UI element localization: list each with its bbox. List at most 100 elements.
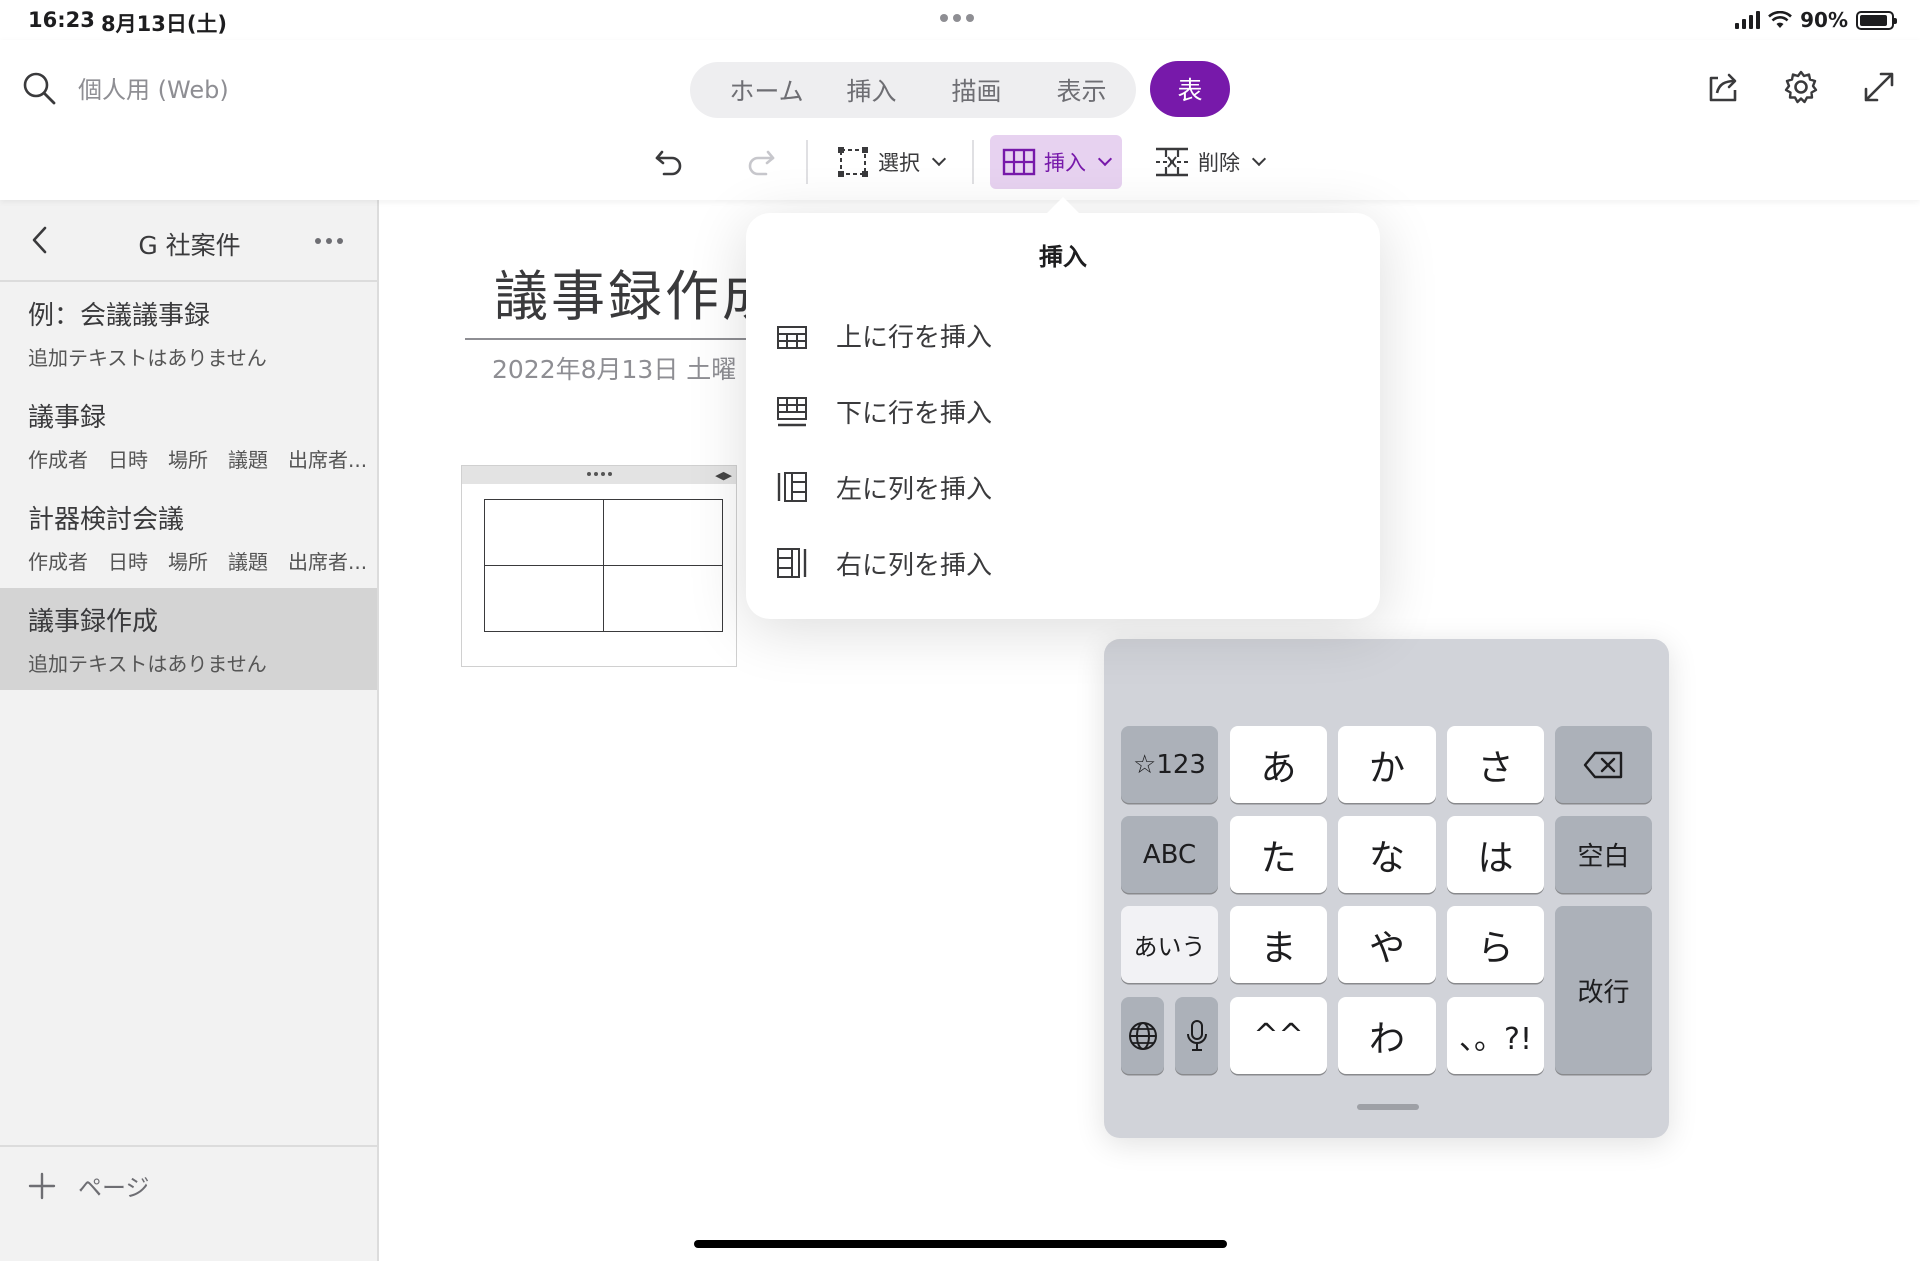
insert-column-right-item[interactable]: 右に列を挿入: [776, 535, 1336, 591]
page-item-title: 議事録作成: [28, 607, 159, 637]
fullscreen-icon[interactable]: [1860, 68, 1898, 106]
more-options-icon[interactable]: [315, 238, 343, 244]
numbers-key[interactable]: ☆123: [1121, 726, 1218, 803]
page-item-preview: 作成者 日時 場所 議題 出席者...: [28, 448, 368, 472]
title-underline: [465, 338, 765, 340]
insert-column-right-label: 右に列を挿入: [836, 550, 993, 581]
key-ya[interactable]: や: [1338, 906, 1436, 983]
search-bar[interactable]: 個人用 (Web): [22, 70, 229, 105]
kaomoji-key[interactable]: ^^: [1230, 997, 1327, 1074]
table-drag-bar[interactable]: ◀▶: [462, 466, 736, 484]
chevron-down-icon: [1251, 151, 1267, 167]
page-list-item-selected[interactable]: 議事録作成 追加テキストはありません: [0, 588, 377, 690]
wifi-icon: [1768, 11, 1793, 28]
tab-draw[interactable]: 描画: [924, 72, 1029, 108]
insert-column-right-icon: [777, 548, 807, 578]
page-list-item[interactable]: 計器検討会議 作成者 日時 場所 議題 出席者...: [0, 486, 377, 588]
status-date: 8月13日(土): [101, 12, 228, 36]
insert-row-below-icon: [777, 397, 807, 427]
tab-table[interactable]: 表: [1150, 61, 1230, 117]
microphone-icon: [1186, 1019, 1207, 1051]
header-actions: [1704, 68, 1898, 106]
key-ha[interactable]: は: [1447, 816, 1544, 893]
notebook-name[interactable]: 個人用 (Web): [78, 70, 229, 105]
tab-insert[interactable]: 挿入: [819, 72, 924, 108]
multitasking-dots-icon[interactable]: [940, 14, 974, 22]
page-list-item[interactable]: 例：会議議事録 追加テキストはありません: [0, 282, 377, 384]
table-delete-button[interactable]: 削除: [1142, 135, 1276, 189]
battery-icon: [1856, 10, 1897, 30]
toolbar-divider: [972, 140, 974, 184]
redo-button[interactable]: [730, 135, 790, 189]
resize-arrows-icon[interactable]: ◀▶: [715, 469, 732, 482]
key-ta[interactable]: た: [1230, 816, 1327, 893]
sidebar-divider: [0, 1145, 377, 1147]
key-wa[interactable]: わ: [1338, 997, 1436, 1074]
abc-key[interactable]: ABC: [1121, 816, 1218, 893]
search-icon[interactable]: [22, 71, 56, 105]
page-date: 2022年8月13日 土曜: [492, 355, 737, 384]
table-cell[interactable]: [603, 499, 723, 566]
key-na[interactable]: な: [1338, 816, 1436, 893]
table-cell[interactable]: [603, 565, 723, 632]
page-list-item[interactable]: 議事録 作成者 日時 場所 議題 出席者...: [0, 384, 377, 486]
return-key[interactable]: 改行: [1555, 906, 1652, 1074]
table-grid: [484, 499, 723, 632]
key-ka[interactable]: か: [1338, 726, 1436, 803]
insert-column-left-item[interactable]: 左に列を挿入: [776, 459, 1336, 515]
globe-key[interactable]: [1121, 997, 1164, 1074]
table-delete-label: 削除: [1198, 151, 1240, 175]
tab-view[interactable]: 表示: [1029, 72, 1134, 108]
key-sa[interactable]: さ: [1447, 726, 1544, 803]
table-container[interactable]: ◀▶: [461, 465, 737, 667]
page-list-sidebar: G 社案件 例：会議議事録 追加テキストはありません 議事録 作成者 日時 場所…: [0, 200, 379, 1261]
floating-keyboard: ☆123 あ か さ ABC た な は 空白 あいう ま や ら 改行 ^^ …: [1104, 639, 1669, 1138]
status-indicators: 90%: [1735, 8, 1897, 32]
backspace-key[interactable]: [1555, 726, 1652, 803]
space-key[interactable]: 空白: [1555, 816, 1652, 893]
undo-button[interactable]: [640, 135, 700, 189]
key-ma[interactable]: ま: [1230, 906, 1327, 983]
insert-row-above-icon: [777, 326, 807, 349]
toolbar-divider: [806, 140, 808, 184]
backspace-icon: [1583, 751, 1622, 778]
share-icon[interactable]: [1704, 68, 1742, 106]
add-page-button[interactable]: ページ: [28, 1168, 150, 1203]
page-title[interactable]: 議事録作成: [494, 252, 779, 331]
select-button[interactable]: 選択: [824, 135, 956, 189]
delete-table-icon: [1156, 147, 1188, 177]
page-item-title: 計器検討会議: [28, 505, 185, 535]
select-label: 選択: [878, 151, 920, 175]
gear-icon[interactable]: [1782, 68, 1820, 106]
globe-icon: [1128, 1021, 1157, 1050]
table-icon: [1002, 148, 1036, 176]
insert-row-below-item[interactable]: 下に行を挿入: [776, 383, 1336, 439]
keyboard-drag-handle[interactable]: [1357, 1104, 1419, 1110]
tab-home[interactable]: ホーム: [714, 72, 819, 108]
kana-key[interactable]: あいう: [1121, 906, 1218, 983]
ribbon-tabs: ホーム 挿入 描画 表示: [690, 62, 1136, 118]
insert-column-left-label: 左に列を挿入: [836, 474, 993, 505]
page-item-title: 例：会議議事録: [28, 301, 211, 331]
battery-percent: 90%: [1800, 8, 1848, 32]
punctuation-key[interactable]: 、。?!: [1447, 997, 1544, 1074]
table-insert-label: 挿入: [1044, 151, 1086, 175]
popover-title: 挿入: [1039, 243, 1087, 271]
insert-row-above-label: 上に行を挿入: [836, 322, 993, 353]
dictation-key[interactable]: [1175, 997, 1218, 1074]
insert-row-above-item[interactable]: 上に行を挿入: [776, 307, 1336, 363]
undo-icon: [655, 150, 682, 176]
redo-icon: [748, 150, 775, 176]
insert-row-below-label: 下に行を挿入: [836, 398, 993, 429]
page-item-preview: 追加テキストはありません: [28, 346, 267, 370]
key-ra[interactable]: ら: [1447, 906, 1544, 983]
home-indicator[interactable]: [694, 1240, 1227, 1248]
drag-handle-icon[interactable]: [587, 472, 612, 476]
table-cell[interactable]: [484, 499, 604, 566]
key-a[interactable]: あ: [1230, 726, 1327, 803]
table-insert-button[interactable]: 挿入: [990, 135, 1122, 189]
table-cell[interactable]: [484, 565, 604, 632]
add-page-label: ページ: [78, 1174, 150, 1202]
page-item-title: 議事録: [28, 403, 107, 433]
status-time: 16:23: [28, 8, 95, 32]
